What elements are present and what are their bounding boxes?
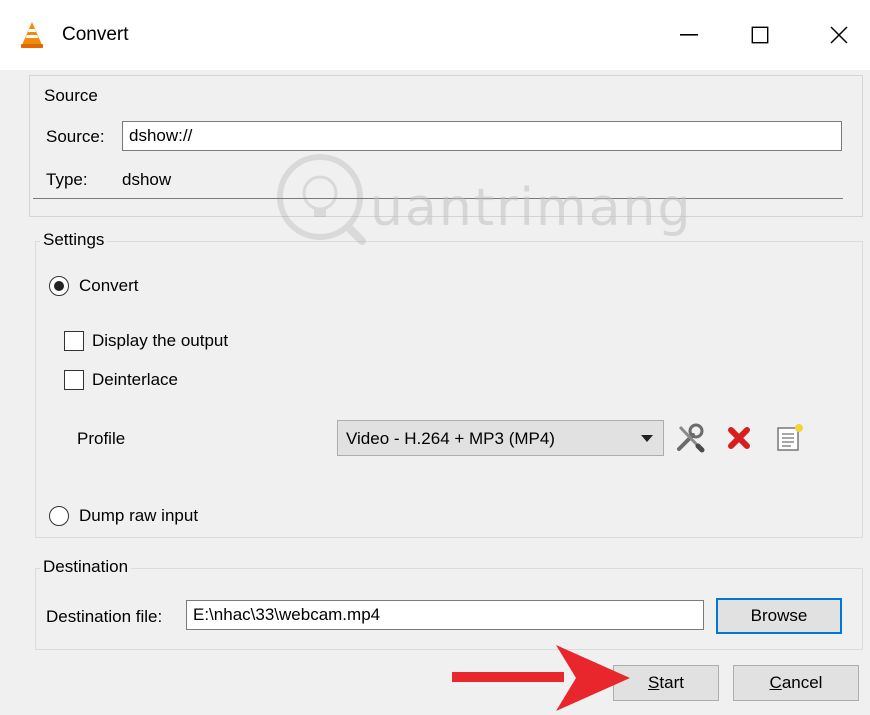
destination-file-input[interactable]: E:\nhac\33\webcam.mp4 bbox=[186, 600, 704, 630]
deinterlace-label[interactable]: Deinterlace bbox=[92, 370, 178, 390]
browse-button[interactable]: Browse bbox=[716, 598, 842, 634]
new-profile-icon bbox=[777, 424, 803, 451]
window-title: Convert bbox=[62, 24, 129, 45]
dump-raw-label[interactable]: Dump raw input bbox=[79, 506, 198, 526]
close-icon bbox=[830, 26, 848, 44]
destination-group-label: Destination bbox=[40, 557, 132, 577]
profile-select-value: Video - H.264 + MP3 (MP4) bbox=[346, 429, 555, 448]
source-input[interactable]: dshow:// bbox=[122, 121, 842, 151]
delete-profile-button[interactable] bbox=[722, 421, 756, 455]
minimize-icon bbox=[680, 34, 698, 36]
profile-label: Profile bbox=[77, 429, 126, 448]
type-label: Type: bbox=[46, 170, 88, 189]
display-output-label[interactable]: Display the output bbox=[92, 331, 228, 351]
destination-group: Destination Destination file: E:\nhac\33… bbox=[35, 557, 863, 650]
source-group-label: Source bbox=[44, 86, 98, 105]
red-arrow-icon bbox=[452, 645, 630, 711]
profile-select[interactable]: Video - H.264 + MP3 (MP4) bbox=[337, 420, 664, 456]
convert-radio-label[interactable]: Convert bbox=[79, 276, 139, 296]
maximize-icon bbox=[751, 26, 769, 44]
watermark-text: uantrimang bbox=[370, 178, 693, 238]
display-output-checkbox[interactable] bbox=[64, 331, 84, 351]
maximize-button[interactable] bbox=[731, 12, 789, 58]
settings-group-label: Settings bbox=[40, 230, 108, 250]
minimize-button[interactable] bbox=[660, 12, 718, 58]
wrench-screwdriver-icon bbox=[677, 423, 705, 453]
vlc-cone-icon bbox=[21, 22, 43, 48]
radio-selected-dot bbox=[54, 281, 64, 291]
settings-group: Settings Convert Display the output Dein… bbox=[35, 230, 863, 538]
destination-file-label: Destination file: bbox=[46, 607, 163, 626]
convert-radio[interactable] bbox=[49, 276, 69, 296]
cancel-button[interactable]: Cancel bbox=[733, 665, 859, 701]
type-value: dshow bbox=[122, 170, 172, 189]
deinterlace-checkbox[interactable] bbox=[64, 370, 84, 390]
chevron-down-icon bbox=[641, 435, 653, 442]
source-label: Source: bbox=[46, 127, 105, 146]
title-bar: Convert bbox=[0, 0, 870, 70]
dump-raw-radio[interactable] bbox=[49, 506, 69, 526]
new-profile-button[interactable] bbox=[772, 421, 806, 455]
edit-profile-button[interactable] bbox=[673, 421, 707, 455]
close-button[interactable] bbox=[810, 12, 868, 58]
delete-x-icon bbox=[728, 427, 750, 449]
